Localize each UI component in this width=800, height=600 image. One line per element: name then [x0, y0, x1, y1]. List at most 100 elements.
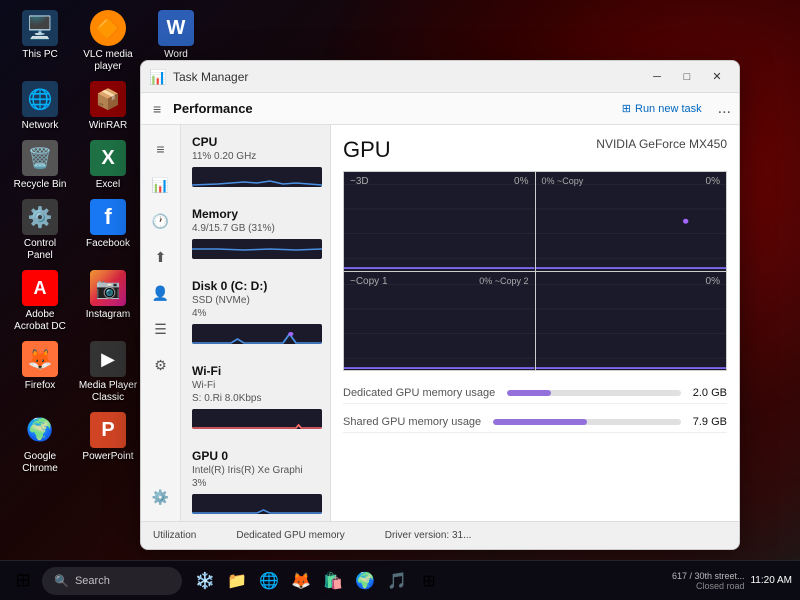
- desktop-icon-vlc[interactable]: 🔶 VLC media player: [78, 10, 138, 73]
- taskbar-icon-apps[interactable]: ⊞: [414, 566, 444, 596]
- search-box[interactable]: 🔍 Search: [42, 567, 182, 595]
- excel-icon: X: [90, 140, 126, 176]
- gpu0-title: GPU 0: [192, 449, 322, 463]
- wifi-subtitle: Wi-Fi: [192, 380, 322, 391]
- cpu-graph-svg: [192, 167, 322, 187]
- desktop-icon-media-player[interactable]: ▶ Media Player Classic: [78, 341, 138, 404]
- time-display: 11:20 AM: [750, 575, 792, 586]
- firefox-label: Firefox: [25, 380, 56, 392]
- desktop-icon-adobe[interactable]: A Adobe Acrobat DC: [10, 270, 70, 333]
- shared-memory-label: Shared GPU memory usage: [343, 416, 481, 428]
- desktop-icon-control[interactable]: ⚙️ Control Panel: [10, 199, 70, 262]
- desktop-icon-network[interactable]: 🌐 Network: [10, 81, 70, 132]
- gpu-graph-copy2: 0%: [536, 272, 727, 371]
- taskbar-pinned-icons: ❄️ 📁 🌐 🦊 🛍️ 🌍 🎵 ⊞: [190, 566, 444, 596]
- titlebar: 📊 Task Manager ─ □ ✕: [141, 61, 739, 93]
- graph-copy-value: 0%: [706, 176, 720, 187]
- desktop-icon-instagram[interactable]: 📷 Instagram: [78, 270, 138, 333]
- nav-settings-icon[interactable]: ⚙️: [145, 481, 177, 513]
- sidebar-item-memory[interactable]: Memory 4.9/15.7 GB (31%): [181, 197, 330, 269]
- dedicated-memory-row: Dedicated GPU memory usage 2.0 GB: [343, 383, 727, 404]
- desktop-icon-excel[interactable]: X Excel: [78, 140, 138, 191]
- gpu-header: GPU NVIDIA GeForce MX450: [343, 137, 727, 163]
- taskbar-icon-chrome[interactable]: 🌍: [350, 566, 380, 596]
- facebook-icon: f: [90, 199, 126, 235]
- desktop-icon-this-pc[interactable]: 🖥️ This PC: [10, 10, 70, 73]
- start-button[interactable]: ⊞: [8, 566, 38, 596]
- memory-subtitle: 4.9/15.7 GB (31%): [192, 223, 322, 234]
- winrar-label: WinRAR: [89, 120, 127, 132]
- dedicated-memory-value: 2.0 GB: [693, 387, 727, 399]
- nav-details-icon[interactable]: ☰: [145, 313, 177, 345]
- task-manager-window-icon: 📊: [149, 69, 165, 85]
- graph-copy-svg: [536, 172, 727, 271]
- disk-graph-svg: [192, 324, 322, 344]
- minimize-button[interactable]: ─: [643, 66, 671, 88]
- titlebar-text: Task Manager: [173, 70, 635, 84]
- taskbar-icon-music[interactable]: 🎵: [382, 566, 412, 596]
- disk-pct: 4%: [192, 308, 322, 319]
- sidebar-item-wifi[interactable]: Wi-Fi Wi-Fi S: 0.Ri 8.0Kbps: [181, 354, 330, 439]
- windows-logo-icon: ⊞: [15, 570, 30, 591]
- gpu-graph-copy1: ~Copy 1 0% ~Copy 2: [344, 272, 535, 371]
- titlebar-controls: ─ □ ✕: [643, 66, 731, 88]
- desktop-icon-firefox[interactable]: 🦊 Firefox: [10, 341, 70, 404]
- gpu0-mini-graph: [192, 494, 322, 514]
- dedicated-memory-bar: [507, 390, 681, 396]
- task-manager-window: 📊 Task Manager ─ □ ✕ ≡ Performance ⊞ Run…: [140, 60, 740, 550]
- nav-services-icon[interactable]: ⚙: [145, 349, 177, 381]
- desktop-icon-powerpoint[interactable]: P PowerPoint: [78, 412, 138, 475]
- taskbar-icon-snowflake[interactable]: ❄️: [190, 566, 220, 596]
- taskbar: ⊞ 🔍 Search ❄️ 📁 🌐 🦊 🛍️ 🌍 🎵 ⊞ 617 / 30th …: [0, 560, 800, 600]
- close-button[interactable]: ✕: [703, 66, 731, 88]
- word-icon: W: [158, 10, 194, 46]
- nav-processes-icon[interactable]: ≡: [145, 133, 177, 165]
- nav-performance-icon active[interactable]: 📊: [145, 169, 177, 201]
- cpu-mini-graph: [192, 167, 322, 187]
- media-player-icon: ▶: [90, 341, 126, 377]
- graph-3d-label: ~3D: [350, 176, 369, 187]
- gpu-model: NVIDIA GeForce MX450: [596, 137, 727, 151]
- gpu0-pct: 3%: [192, 478, 322, 489]
- sidebar-item-gpu0[interactable]: GPU 0 Intel(R) Iris(R) Xe Graphi 3%: [181, 439, 330, 521]
- memory-graph-svg: [192, 239, 322, 259]
- gpu-graph-3d: ~3D 0%: [344, 172, 535, 271]
- nav-users-icon[interactable]: 👤: [145, 277, 177, 309]
- sidebar-item-disk[interactable]: Disk 0 (C: D:) SSD (NVMe) 4%: [181, 269, 330, 354]
- sidebar-item-cpu[interactable]: CPU 11% 0.20 GHz: [181, 125, 330, 197]
- tm-content: ≡ 📊 🕐 ⬆ 👤 ☰ ⚙ ⚙️ CPU 11% 0.20 GHz: [141, 125, 739, 521]
- wifi-title: Wi-Fi: [192, 364, 322, 378]
- graph-3d-svg: [344, 172, 535, 271]
- desktop-icon-facebook[interactable]: f Facebook: [78, 199, 138, 262]
- nav-startup-icon[interactable]: ⬆: [145, 241, 177, 273]
- control-label: Control Panel: [10, 238, 70, 262]
- desktop-icon-chrome[interactable]: 🌍 Google Chrome: [10, 412, 70, 475]
- run-new-task-button[interactable]: ⊞ Run new task: [614, 98, 710, 119]
- vlc-icon: 🔶: [90, 10, 126, 46]
- winrar-icon: 📦: [90, 81, 126, 117]
- powerpoint-label: PowerPoint: [82, 451, 133, 463]
- maximize-button[interactable]: □: [673, 66, 701, 88]
- more-options-button[interactable]: ...: [718, 100, 731, 118]
- desktop-icon-recycle[interactable]: 🗑️ Recycle Bin: [10, 140, 70, 191]
- status-dedicated-memory: Dedicated GPU memory: [236, 530, 344, 541]
- nav-history-icon[interactable]: 🕐: [145, 205, 177, 237]
- graph-copy-label: 0% ~Copy: [542, 176, 584, 186]
- taskbar-icon-edge[interactable]: 🌐: [254, 566, 284, 596]
- excel-label: Excel: [96, 179, 120, 191]
- powerpoint-icon: P: [90, 412, 126, 448]
- memory-title: Memory: [192, 207, 322, 221]
- gpu-stats: Dedicated GPU memory usage 2.0 GB Shared…: [343, 383, 727, 433]
- taskbar-icon-folder[interactable]: 📁: [222, 566, 252, 596]
- this-pc-label: This PC: [22, 49, 58, 61]
- performance-title: Performance: [173, 101, 606, 116]
- graph-copy1-value: 0% ~Copy 2: [479, 276, 528, 286]
- desktop-icon-winrar[interactable]: 📦 WinRAR: [78, 81, 138, 132]
- hamburger-menu-icon[interactable]: ≡: [149, 97, 165, 121]
- menubar: ≡ Performance ⊞ Run new task ...: [141, 93, 739, 125]
- cpu-subtitle: 11% 0.20 GHz: [192, 151, 322, 162]
- facebook-label: Facebook: [86, 238, 130, 250]
- taskbar-icon-firefox[interactable]: 🦊: [286, 566, 316, 596]
- taskbar-icon-store[interactable]: 🛍️: [318, 566, 348, 596]
- chrome-label: Google Chrome: [10, 451, 70, 475]
